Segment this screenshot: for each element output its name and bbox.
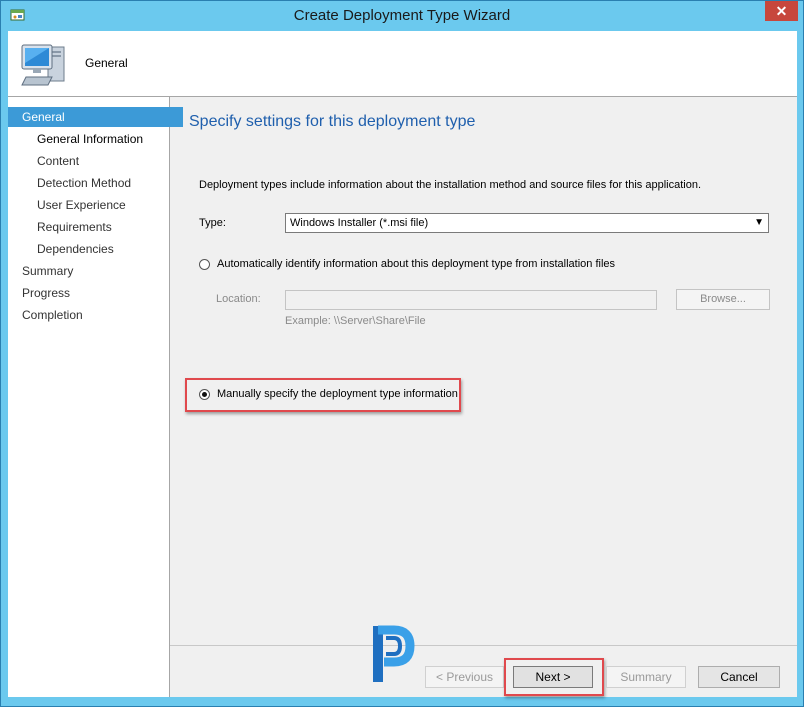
nav-item-progress[interactable]: Progress xyxy=(8,283,183,303)
close-button[interactable]: ✕ xyxy=(765,1,798,21)
description-text: Deployment types include information abo… xyxy=(199,179,702,191)
nav-item-general[interactable]: General xyxy=(8,107,183,127)
nav-item-summary[interactable]: Summary xyxy=(8,261,183,281)
nav-item-completion[interactable]: Completion xyxy=(8,305,183,325)
auto-identify-label[interactable]: Automatically identify information about… xyxy=(217,258,615,270)
header-title: General xyxy=(85,56,128,70)
manual-specify-radio[interactable] xyxy=(199,389,210,400)
previous-button[interactable]: < Previous xyxy=(425,666,504,688)
watermark-logo xyxy=(373,625,415,682)
chevron-down-icon: ▼ xyxy=(754,217,764,228)
wizard-header: General xyxy=(8,31,797,97)
wizard-nav: General General Information Content Dete… xyxy=(8,97,183,697)
location-label: Location: xyxy=(216,293,261,305)
wizard-body: General General Information Content Dete… xyxy=(8,97,797,697)
location-example: Example: \\Server\Share\File xyxy=(285,315,426,327)
cancel-button[interactable]: Cancel xyxy=(698,666,780,688)
footer-divider xyxy=(170,645,797,646)
window-title: Create Deployment Type Wizard xyxy=(293,7,511,24)
computer-icon xyxy=(21,44,65,86)
auto-identify-radio[interactable] xyxy=(199,259,210,270)
title-bar[interactable]: Create Deployment Type Wizard ✕ xyxy=(1,1,803,31)
close-icon: ✕ xyxy=(775,3,788,19)
wizard-window: Create Deployment Type Wizard ✕ General … xyxy=(0,0,804,707)
summary-button[interactable]: Summary xyxy=(606,666,686,688)
browse-button: Browse... xyxy=(676,289,770,310)
next-button[interactable]: Next > xyxy=(513,666,593,688)
content-pane: Specify settings for this deployment typ… xyxy=(170,97,797,645)
page-heading: Specify settings for this deployment typ… xyxy=(189,113,476,130)
location-input xyxy=(285,290,657,310)
manual-specify-label[interactable]: Manually specify the deployment type inf… xyxy=(217,388,458,400)
type-select-value: Windows Installer (*.msi file) xyxy=(290,217,429,229)
type-select[interactable]: Windows Installer (*.msi file) ▼ xyxy=(285,213,769,233)
type-label: Type: xyxy=(199,217,226,229)
